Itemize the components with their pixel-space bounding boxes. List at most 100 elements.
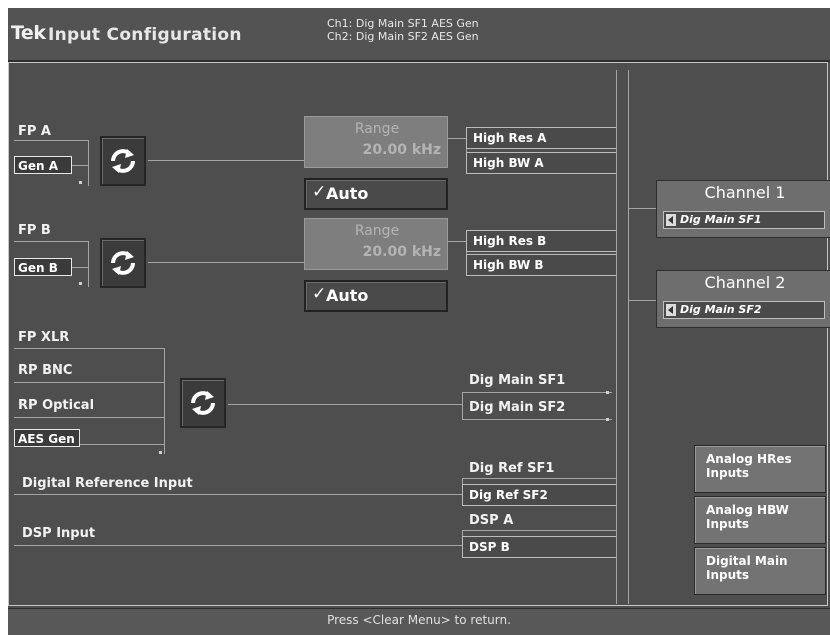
junction-dot: [606, 391, 609, 394]
digital-switch-button[interactable]: [180, 378, 226, 428]
dsp-input-line: [14, 545, 462, 546]
fp-b-bracket: [88, 241, 89, 287]
high-bw-a-output[interactable]: High BW A: [466, 152, 616, 174]
rp-optical-line: [14, 417, 164, 418]
circular-arrows-icon: [111, 149, 135, 173]
fp-a-label: FP A: [18, 124, 51, 139]
high-res-b-output[interactable]: High Res B: [466, 230, 616, 252]
dig-main-sf2-output[interactable]: Dig Main SF2: [469, 400, 565, 415]
digital-main-inputs-button[interactable]: Digital Main Inputs: [694, 547, 826, 595]
auto-b-button[interactable]: ✓ Auto: [304, 280, 448, 312]
source-bus-left: [616, 70, 617, 604]
analog-hres-label: Analog HRes Inputs: [706, 452, 792, 480]
dsp-b-output[interactable]: DSP B: [462, 536, 616, 558]
high-bw-b-output[interactable]: High BW B: [466, 254, 616, 276]
rp-bnc-label: RP BNC: [18, 363, 73, 378]
channel-1-source: Dig Main SF1: [680, 213, 762, 226]
fp-a-bracket: [88, 140, 89, 186]
a-to-range-line: [148, 160, 304, 161]
page-title: Input Configuration: [48, 25, 242, 45]
channel-2-source: Dig Main SF2: [680, 303, 762, 316]
digital-split: [462, 392, 463, 420]
junction-dot: [79, 282, 82, 285]
circular-arrows-icon: [111, 251, 135, 275]
check-icon: ✓: [312, 182, 327, 202]
analog-hres-line2: Inputs: [706, 466, 750, 480]
check-icon: ✓: [312, 284, 327, 304]
fp-xlr-label: FP XLR: [18, 330, 70, 345]
source-bus-right: [628, 70, 629, 604]
junction-dot: [159, 451, 162, 454]
auto-a-button[interactable]: ✓ Auto: [304, 178, 448, 210]
digital-to-output-line: [228, 404, 462, 405]
rp-bnc-line: [14, 382, 164, 383]
digital-main-line2: Inputs: [706, 568, 750, 582]
channel-2-box[interactable]: Channel 2 Dig Main SF2: [656, 270, 830, 328]
range-a-label: Range: [354, 121, 400, 137]
dsp-a-line: [462, 530, 616, 531]
range-b-box[interactable]: Range 20.00 kHz: [304, 218, 448, 270]
input-a-switch-button[interactable]: [100, 136, 146, 186]
analog-hres-inputs-button[interactable]: Analog HRes Inputs: [694, 445, 826, 493]
fp-xlr-line: [14, 348, 164, 349]
footer-bar: Press <Clear Menu> to return.: [8, 608, 830, 635]
dig-main-sf1-output[interactable]: Dig Main SF1: [469, 373, 565, 388]
dsp-input-label: DSP Input: [22, 526, 96, 541]
digital-reference-line: [14, 494, 462, 495]
junction-dot: [79, 181, 82, 184]
left-arrow-icon[interactable]: [666, 304, 676, 316]
brand-logo: Tek: [11, 22, 46, 44]
channel-1-box[interactable]: Channel 1 Dig Main SF1: [656, 180, 830, 238]
dig-ref-sf1-output[interactable]: Dig Ref SF1: [469, 461, 554, 476]
status-line-ch1: Ch1: Dig Main SF1 AES Gen: [327, 17, 479, 30]
fp-b-label: FP B: [18, 223, 51, 238]
range-b-link: [448, 241, 466, 242]
channel-1-feed: [628, 208, 656, 209]
channel-2-feed: [628, 300, 656, 301]
analog-hbw-inputs-button[interactable]: Analog HBW Inputs: [694, 496, 826, 544]
dig-main-sf1-line: [462, 392, 612, 393]
analog-hbw-line1: Analog HBW: [706, 503, 789, 517]
channel-2-source-selector[interactable]: Dig Main SF2: [663, 301, 825, 319]
channel-2-label: Channel 2: [704, 273, 786, 292]
b-to-range-line: [148, 262, 304, 263]
circular-arrows-icon: [191, 391, 215, 415]
auto-a-label: Auto: [326, 184, 369, 203]
status-line-ch2: Ch2: Dig Main SF2 AES Gen: [327, 30, 479, 43]
left-arrow-icon[interactable]: [666, 214, 676, 226]
digital-main-line1: Digital Main: [706, 554, 788, 568]
analog-hbw-label: Analog HBW Inputs: [706, 503, 789, 531]
gen-a-line: [72, 165, 88, 166]
gen-b-selector[interactable]: Gen B: [14, 258, 72, 276]
rp-optical-label: RP Optical: [18, 398, 95, 413]
screen: Tek Input Configuration Ch1: Dig Main SF…: [8, 8, 830, 635]
aes-gen-selector[interactable]: AES Gen: [14, 429, 80, 447]
analog-hbw-line2: Inputs: [706, 517, 750, 531]
range-a-value: 20.00 kHz: [362, 142, 441, 158]
range-b-value: 20.00 kHz: [362, 244, 441, 260]
dsp-a-output[interactable]: DSP A: [469, 513, 513, 528]
header-bar: Tek Input Configuration Ch1: Dig Main SF…: [8, 8, 830, 62]
fp-b-line: [14, 241, 88, 242]
gen-a-selector[interactable]: Gen A: [14, 156, 72, 174]
dig-ref-sf2-output[interactable]: Dig Ref SF2: [462, 484, 616, 506]
gen-b-line: [72, 267, 88, 268]
junction-dot: [606, 418, 609, 421]
range-a-box[interactable]: Range 20.00 kHz: [304, 116, 448, 168]
auto-b-label: Auto: [326, 286, 369, 305]
analog-hres-line1: Analog HRes: [706, 452, 792, 466]
dig-ref-sf1-line: [462, 478, 616, 479]
digital-main-label: Digital Main Inputs: [706, 554, 788, 582]
range-a-link: [448, 138, 466, 139]
input-b-switch-button[interactable]: [100, 238, 146, 288]
channel-1-label: Channel 1: [704, 183, 786, 202]
dig-main-sf2-line: [462, 419, 612, 420]
digital-bracket: [164, 348, 165, 454]
digital-reference-label: Digital Reference Input: [22, 476, 193, 491]
fp-a-line: [14, 140, 88, 141]
aes-gen-line: [80, 444, 164, 445]
high-res-a-output[interactable]: High Res A: [466, 127, 616, 149]
footer-hint: Press <Clear Menu> to return.: [327, 613, 511, 627]
channel-1-source-selector[interactable]: Dig Main SF1: [663, 211, 825, 229]
range-b-label: Range: [354, 223, 400, 239]
